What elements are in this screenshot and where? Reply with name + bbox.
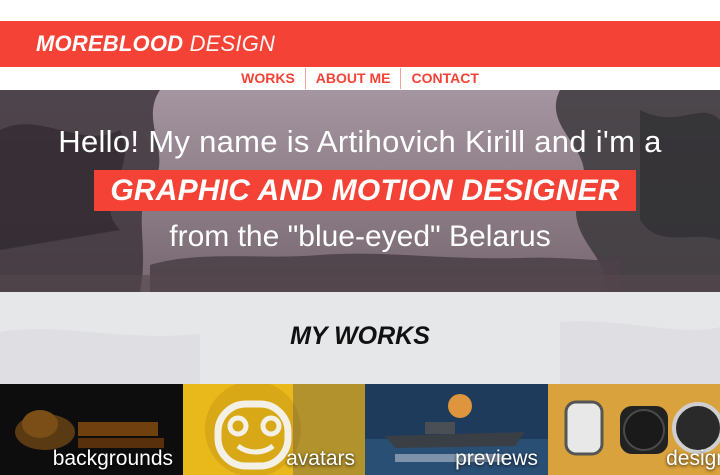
works-section-header: MY WORKS <box>0 292 720 384</box>
hero-intro-text: Hello! My name is Artihovich Kirill and … <box>58 124 662 159</box>
works-gallery: backgrounds avatars previews desig <box>0 384 720 475</box>
main-nav: WORKS ABOUT ME CONTACT <box>0 67 720 90</box>
tile-previews-label: previews <box>455 447 538 470</box>
tile-backgrounds[interactable]: backgrounds <box>0 384 183 475</box>
nav-about-me[interactable]: ABOUT ME <box>306 67 401 90</box>
hero-highlight-badge: GRAPHIC AND MOTION DESIGNER <box>94 170 636 211</box>
logo-bold-text: MOREBLOOD <box>36 31 184 56</box>
site-logo[interactable]: MOREBLOOD DESIGN <box>36 31 275 57</box>
nav-works[interactable]: WORKS <box>231 67 305 90</box>
logo-light-text: DESIGN <box>189 31 276 56</box>
works-title: MY WORKS <box>290 322 430 350</box>
hero-banner: Hello! My name is Artihovich Kirill and … <box>0 90 720 292</box>
nav-contact[interactable]: CONTACT <box>401 67 488 90</box>
tile-design-label: design <box>666 447 720 470</box>
tile-avatars-label: avatars <box>286 447 355 470</box>
tile-design[interactable]: design <box>548 384 720 475</box>
tile-backgrounds-label: backgrounds <box>52 447 173 470</box>
tile-previews[interactable]: previews <box>365 384 548 475</box>
hero-location-text: from the "blue-eyed" Belarus <box>169 220 551 253</box>
hero-highlight-text: GRAPHIC AND MOTION DESIGNER <box>110 173 620 207</box>
tile-avatars[interactable]: avatars <box>183 384 365 475</box>
site-header: MOREBLOOD DESIGN <box>0 21 720 67</box>
top-spacer <box>0 0 720 21</box>
